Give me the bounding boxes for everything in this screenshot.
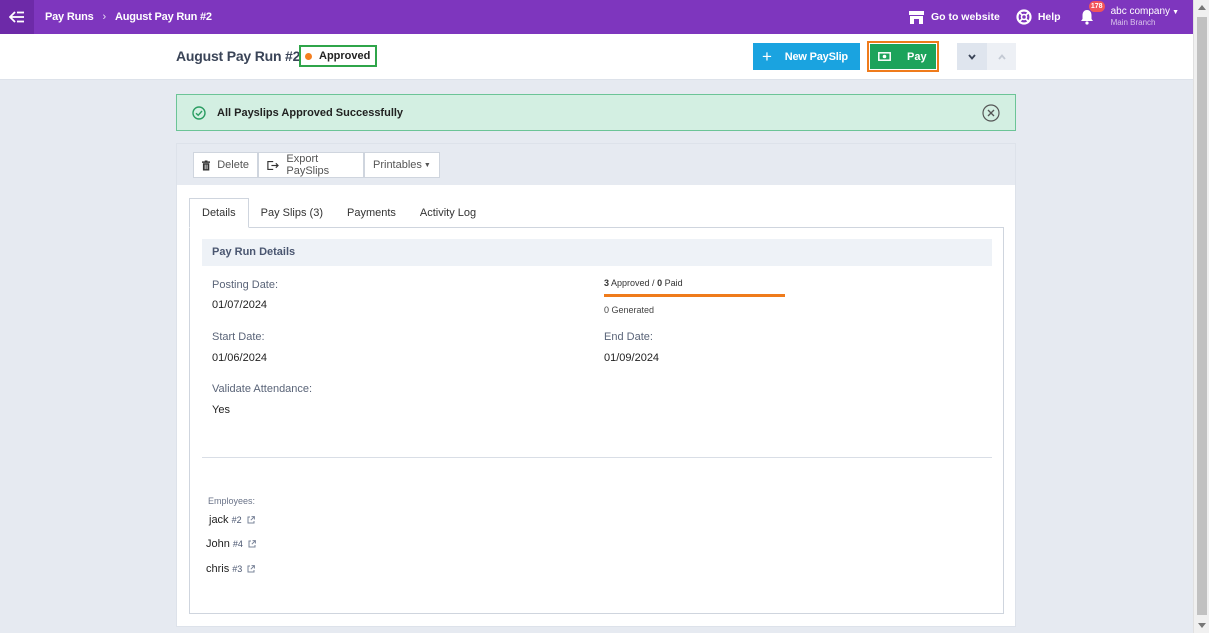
chevron-right-icon: › (102, 11, 107, 23)
breadcrumb-current: August Pay Run #2 (115, 11, 212, 23)
new-payslip-label: New PaySlip (784, 50, 848, 63)
employees-label: Employees: (208, 496, 256, 506)
breadcrumb-pay-runs[interactable]: Pay Runs (45, 11, 94, 23)
delete-label: Delete (217, 159, 249, 171)
divider (202, 457, 992, 458)
store-icon (908, 10, 924, 24)
status-dot-icon (305, 52, 312, 60)
notification-count-badge: 178 (1088, 1, 1105, 12)
breadcrumb: Pay Runs › August Pay Run #2 (45, 11, 212, 23)
tab-activity-log[interactable]: Activity Log (408, 198, 488, 228)
page-header: August Pay Run #2 Approved + New PaySlip… (0, 34, 1193, 80)
end-date-label: End Date: (604, 331, 653, 343)
plus-icon: + (762, 47, 772, 66)
status-label: Approved (319, 50, 371, 62)
delete-button[interactable]: Delete (193, 152, 258, 178)
details-tab-body: Pay Run Details Posting Date: 01/07/2024… (189, 227, 1004, 614)
caret-down-icon: ▼ (423, 161, 431, 169)
tab-payments[interactable]: Payments (335, 198, 408, 228)
lifebuoy-icon (1016, 9, 1032, 25)
success-alert: All Payslips Approved Successfully (176, 94, 1016, 131)
generated-text: 0 Generated (604, 305, 655, 315)
start-date-value: 01/06/2024 (212, 352, 268, 364)
pay-label: Pay (907, 50, 927, 63)
cash-icon (878, 52, 891, 61)
approved-text: Approved / (609, 278, 658, 288)
help-link[interactable]: Help (1016, 9, 1061, 25)
new-payslip-button[interactable]: + New PaySlip (753, 43, 860, 70)
end-date-value: 01/09/2024 (604, 352, 660, 364)
scrollbar-thumb[interactable] (1197, 17, 1207, 615)
account-menu[interactable]: abc company ▼ Main Branch (1111, 7, 1179, 27)
export-payslips-button[interactable]: Export PaySlips (258, 152, 364, 178)
progress-fill (604, 294, 785, 297)
employee-link-jack[interactable]: jack #2 (209, 514, 255, 526)
tab-pay-slips[interactable]: Pay Slips (3) (249, 198, 335, 228)
printables-label: Printables (373, 159, 422, 171)
start-date-label: Start Date: (212, 331, 265, 343)
collapse-down-button[interactable] (957, 43, 987, 70)
external-link-icon (247, 516, 255, 524)
tab-bar: Details Pay Slips (3) Payments Activity … (189, 198, 488, 228)
scroll-up-arrow-icon[interactable] (1198, 5, 1206, 10)
employee-name: jack (209, 514, 229, 526)
branch-name: Main Branch (1110, 18, 1156, 27)
tab-details[interactable]: Details (189, 198, 249, 228)
pay-run-panel: Delete Export PaySlips Printables ▼ Deta… (176, 143, 1016, 627)
employee-link-john[interactable]: John #4 (206, 538, 256, 550)
pay-button-highlight: Pay (867, 41, 939, 72)
check-circle-icon (192, 105, 206, 120)
section-title: Pay Run Details (202, 239, 992, 266)
pay-button[interactable]: Pay (870, 44, 936, 69)
scroll-down-arrow-icon[interactable] (1198, 623, 1206, 628)
external-link-icon (248, 540, 256, 548)
export-icon (267, 160, 279, 170)
alert-message: All Payslips Approved Successfully (217, 106, 404, 119)
collapse-up-button[interactable] (987, 43, 1016, 70)
export-label: Export PaySlips (286, 153, 330, 177)
help-label: Help (1037, 11, 1061, 23)
go-to-website-link[interactable]: Go to website (908, 10, 1000, 25)
validate-attendance-value: Yes (212, 404, 230, 416)
caret-down-icon: ▼ (1172, 9, 1179, 16)
chevron-up-icon (997, 53, 1006, 60)
approval-progress-bar (604, 294, 785, 297)
trash-icon (202, 159, 211, 171)
menu-back-icon[interactable] (0, 0, 34, 34)
status-badge: Approved (299, 45, 378, 67)
printables-dropdown[interactable]: Printables ▼ (364, 152, 440, 178)
employee-number: #3 (232, 564, 243, 574)
employee-number: #4 (232, 539, 243, 549)
notifications-button[interactable]: 178 (1077, 1, 1105, 27)
employee-link-chris[interactable]: chris #3 (206, 563, 256, 575)
top-nav-bar: Pay Runs › August Pay Run #2 Go to websi… (0, 0, 1193, 34)
chevron-down-icon (968, 53, 976, 60)
employee-name: John (206, 538, 230, 550)
action-toolbar: Delete Export PaySlips Printables ▼ (177, 144, 1015, 185)
page-scrollbar[interactable] (1193, 0, 1209, 633)
paid-text: Paid (662, 278, 683, 288)
employee-number: #2 (231, 515, 242, 525)
employee-name: chris (206, 563, 230, 575)
posting-date-value: 01/07/2024 (212, 299, 268, 311)
go-to-website-label: Go to website (930, 11, 1000, 23)
page-title: August Pay Run #2 (176, 48, 301, 64)
external-link-icon (247, 565, 256, 573)
validate-attendance-label: Validate Attendance: (212, 383, 313, 395)
posting-date-label: Posting Date: (212, 279, 279, 291)
company-name: abc company (1110, 6, 1171, 17)
close-circle-icon[interactable] (982, 103, 1000, 122)
approval-progress-text: 3 Approved / 0 Paid (604, 278, 683, 288)
